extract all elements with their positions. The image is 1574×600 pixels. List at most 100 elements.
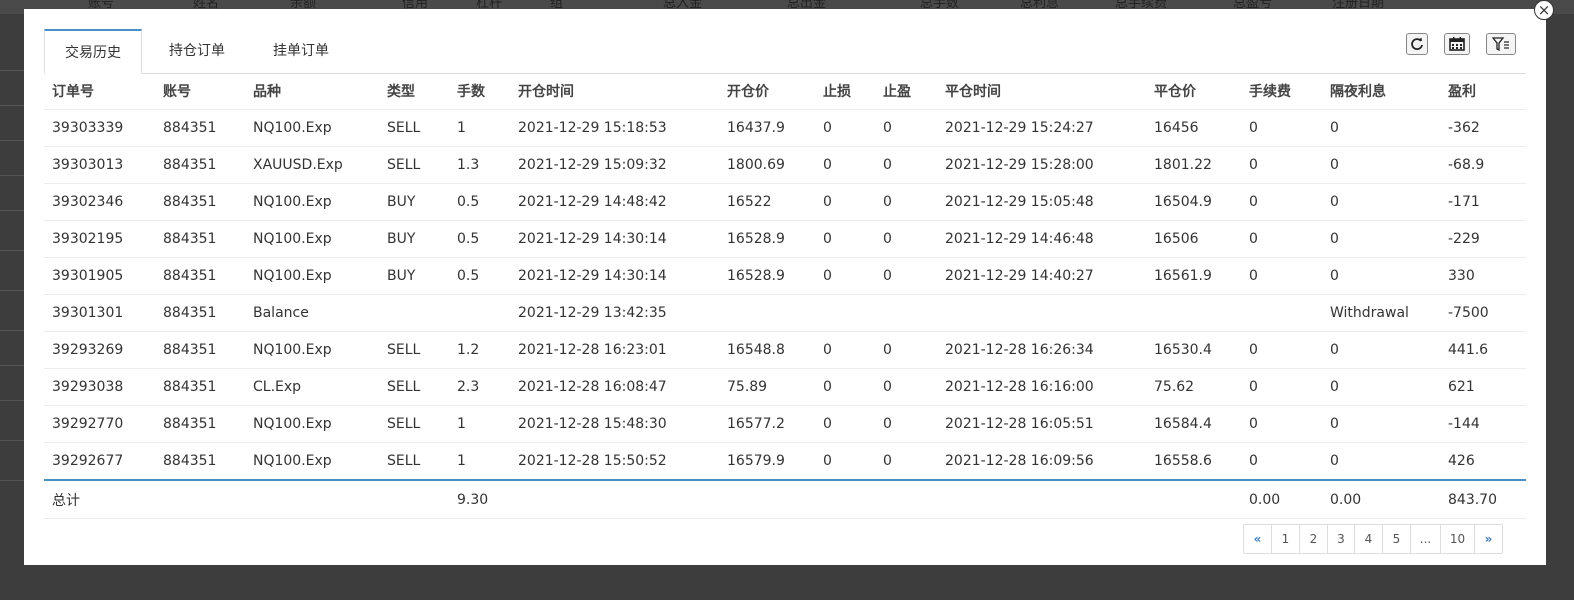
page-prev-button[interactable]: « bbox=[1244, 525, 1271, 553]
col-header[interactable]: 开仓价 bbox=[719, 73, 815, 110]
tab-bar: 交易历史 持仓订单 挂单订单 bbox=[44, 29, 1526, 74]
table-row[interactable]: 39292770 884351 NQ100.Exp SELL 1 2021-12-28 1… bbox=[44, 405, 1526, 443]
table-cell: 0 bbox=[875, 257, 937, 295]
table-row[interactable]: 39301301 884351 Balance 2021-12-29 13:42:35… bbox=[44, 294, 1526, 332]
table-cell bbox=[1241, 294, 1322, 332]
col-header[interactable]: 账号 bbox=[155, 73, 245, 110]
col-header[interactable]: 订单号 bbox=[44, 73, 155, 110]
table-cell: 39301905 bbox=[44, 257, 155, 295]
table-row[interactable]: 39293038 884351 CL.Exp SELL 2.3 2021-12-28 16… bbox=[44, 368, 1526, 406]
table-cell: 1 bbox=[449, 109, 510, 147]
page-button[interactable]: 5 bbox=[1382, 525, 1410, 553]
col-header[interactable]: 平仓价 bbox=[1146, 73, 1241, 110]
refresh-button[interactable] bbox=[1406, 33, 1428, 55]
page-button[interactable]: 4 bbox=[1354, 525, 1382, 553]
page-button[interactable]: 2 bbox=[1299, 525, 1327, 553]
table-cell: 0 bbox=[1241, 257, 1322, 295]
tab-pending-orders[interactable]: 挂单订单 bbox=[254, 29, 348, 73]
table-cell: SELL bbox=[379, 405, 449, 443]
table-cell: 884351 bbox=[155, 368, 245, 406]
table-cell: Balance bbox=[245, 294, 379, 332]
table-cell: 39303013 bbox=[44, 146, 155, 184]
filter-button[interactable] bbox=[1486, 33, 1516, 55]
table-cell: 0 bbox=[815, 331, 875, 369]
table-row[interactable]: 39303013 884351 XAUUSD.Exp SELL 1.3 2021-12-2… bbox=[44, 146, 1526, 184]
table-cell: 16528.9 bbox=[719, 257, 815, 295]
total-cell bbox=[379, 480, 449, 519]
table-cell bbox=[815, 294, 875, 332]
table-cell: NQ100.Exp bbox=[245, 442, 379, 481]
page-button[interactable]: 3 bbox=[1327, 525, 1354, 553]
table-header-row: 订单号 账号 品种 类型 手数 开仓时间 开仓价 止损 止盈 平仓时间 平仓价 … bbox=[44, 73, 1526, 110]
table-cell: 16437.9 bbox=[719, 109, 815, 147]
col-header[interactable]: 止损 bbox=[815, 73, 875, 110]
table-row[interactable]: 39293269 884351 NQ100.Exp SELL 1.2 2021-12-28… bbox=[44, 331, 1526, 369]
table-cell: 884351 bbox=[155, 257, 245, 295]
table-cell: -144 bbox=[1440, 405, 1526, 443]
close-button[interactable]: × bbox=[1534, 0, 1554, 20]
col-header[interactable]: 盈利 bbox=[1440, 73, 1526, 110]
total-cell bbox=[815, 480, 875, 519]
col-header[interactable]: 平仓时间 bbox=[937, 73, 1146, 110]
table-cell: BUY bbox=[379, 257, 449, 295]
table-cell: XAUUSD.Exp bbox=[245, 146, 379, 184]
table-cell: 39302195 bbox=[44, 220, 155, 258]
total-cell: 9.30 bbox=[449, 480, 510, 519]
tab-trade-history[interactable]: 交易历史 bbox=[44, 29, 142, 74]
table-cell: NQ100.Exp bbox=[245, 331, 379, 369]
table-row[interactable]: 39303339 884351 NQ100.Exp SELL 1 2021-12-29 1… bbox=[44, 109, 1526, 147]
table-cell: 621 bbox=[1440, 368, 1526, 406]
table-row[interactable]: 39302346 884351 NQ100.Exp BUY 0.5 2021-12-29 … bbox=[44, 183, 1526, 221]
table-cell: -362 bbox=[1440, 109, 1526, 147]
table-cell: 2021-12-29 14:40:27 bbox=[937, 257, 1146, 295]
table-cell: 884351 bbox=[155, 146, 245, 184]
table-cell: 0 bbox=[815, 257, 875, 295]
tab-open-positions[interactable]: 持仓订单 bbox=[150, 29, 244, 73]
tab-label: 挂单订单 bbox=[273, 43, 329, 59]
table-cell: NQ100.Exp bbox=[245, 405, 379, 443]
col-header[interactable]: 手续费 bbox=[1241, 73, 1322, 110]
table-cell: 0 bbox=[875, 442, 937, 481]
table-cell: 0 bbox=[815, 368, 875, 406]
table-cell: NQ100.Exp bbox=[245, 109, 379, 147]
table-cell: CL.Exp bbox=[245, 368, 379, 406]
table-cell bbox=[379, 294, 449, 332]
table-row[interactable]: 39302195 884351 NQ100.Exp BUY 0.5 2021-12-29 … bbox=[44, 220, 1526, 258]
page-button[interactable]: 1 bbox=[1271, 525, 1299, 553]
trade-history-table: 订单号 账号 品种 类型 手数 开仓时间 开仓价 止损 止盈 平仓时间 平仓价 … bbox=[44, 73, 1526, 519]
table-row[interactable]: 39292677 884351 NQ100.Exp SELL 1 2021-12-28 1… bbox=[44, 442, 1526, 481]
table-cell: 0.5 bbox=[449, 220, 510, 258]
col-header[interactable]: 手数 bbox=[449, 73, 510, 110]
page-button[interactable]: 10 bbox=[1440, 525, 1474, 553]
table-cell: 16504.9 bbox=[1146, 183, 1241, 221]
table-cell: 2021-12-29 15:09:32 bbox=[510, 146, 719, 184]
table-cell: 2021-12-29 13:42:35 bbox=[510, 294, 719, 332]
table-cell: 16522 bbox=[719, 183, 815, 221]
table-cell: SELL bbox=[379, 368, 449, 406]
table-cell: 0 bbox=[815, 220, 875, 258]
table-cell: 39292677 bbox=[44, 442, 155, 481]
table-cell: 0 bbox=[1322, 109, 1440, 147]
table-cell: 0 bbox=[1241, 109, 1322, 147]
table-cell: 2021-12-29 14:30:14 bbox=[510, 257, 719, 295]
total-row: 总计 9.30 0.00 0.00 843.70 bbox=[44, 480, 1526, 519]
pagination: « 1 2 3 4 5 ... 10 » bbox=[1243, 524, 1503, 554]
page-next-button[interactable]: » bbox=[1474, 525, 1502, 553]
calendar-button[interactable] bbox=[1444, 33, 1470, 55]
table-cell: BUY bbox=[379, 183, 449, 221]
table-cell: 1.2 bbox=[449, 331, 510, 369]
table-cell: 0 bbox=[875, 405, 937, 443]
col-header[interactable]: 品种 bbox=[245, 73, 379, 110]
table-cell: 16584.4 bbox=[1146, 405, 1241, 443]
table-cell: SELL bbox=[379, 331, 449, 369]
col-header[interactable]: 止盈 bbox=[875, 73, 937, 110]
table-row[interactable]: 39301905 884351 NQ100.Exp BUY 0.5 2021-12-29 … bbox=[44, 257, 1526, 295]
table-cell: NQ100.Exp bbox=[245, 257, 379, 295]
table-cell: 884351 bbox=[155, 220, 245, 258]
col-header[interactable]: 隔夜利息 bbox=[1322, 73, 1440, 110]
col-header[interactable]: 开仓时间 bbox=[510, 73, 719, 110]
table-cell: 0 bbox=[1322, 331, 1440, 369]
col-header[interactable]: 类型 bbox=[379, 73, 449, 110]
table-cell: 0 bbox=[815, 109, 875, 147]
table-cell: 1.3 bbox=[449, 146, 510, 184]
